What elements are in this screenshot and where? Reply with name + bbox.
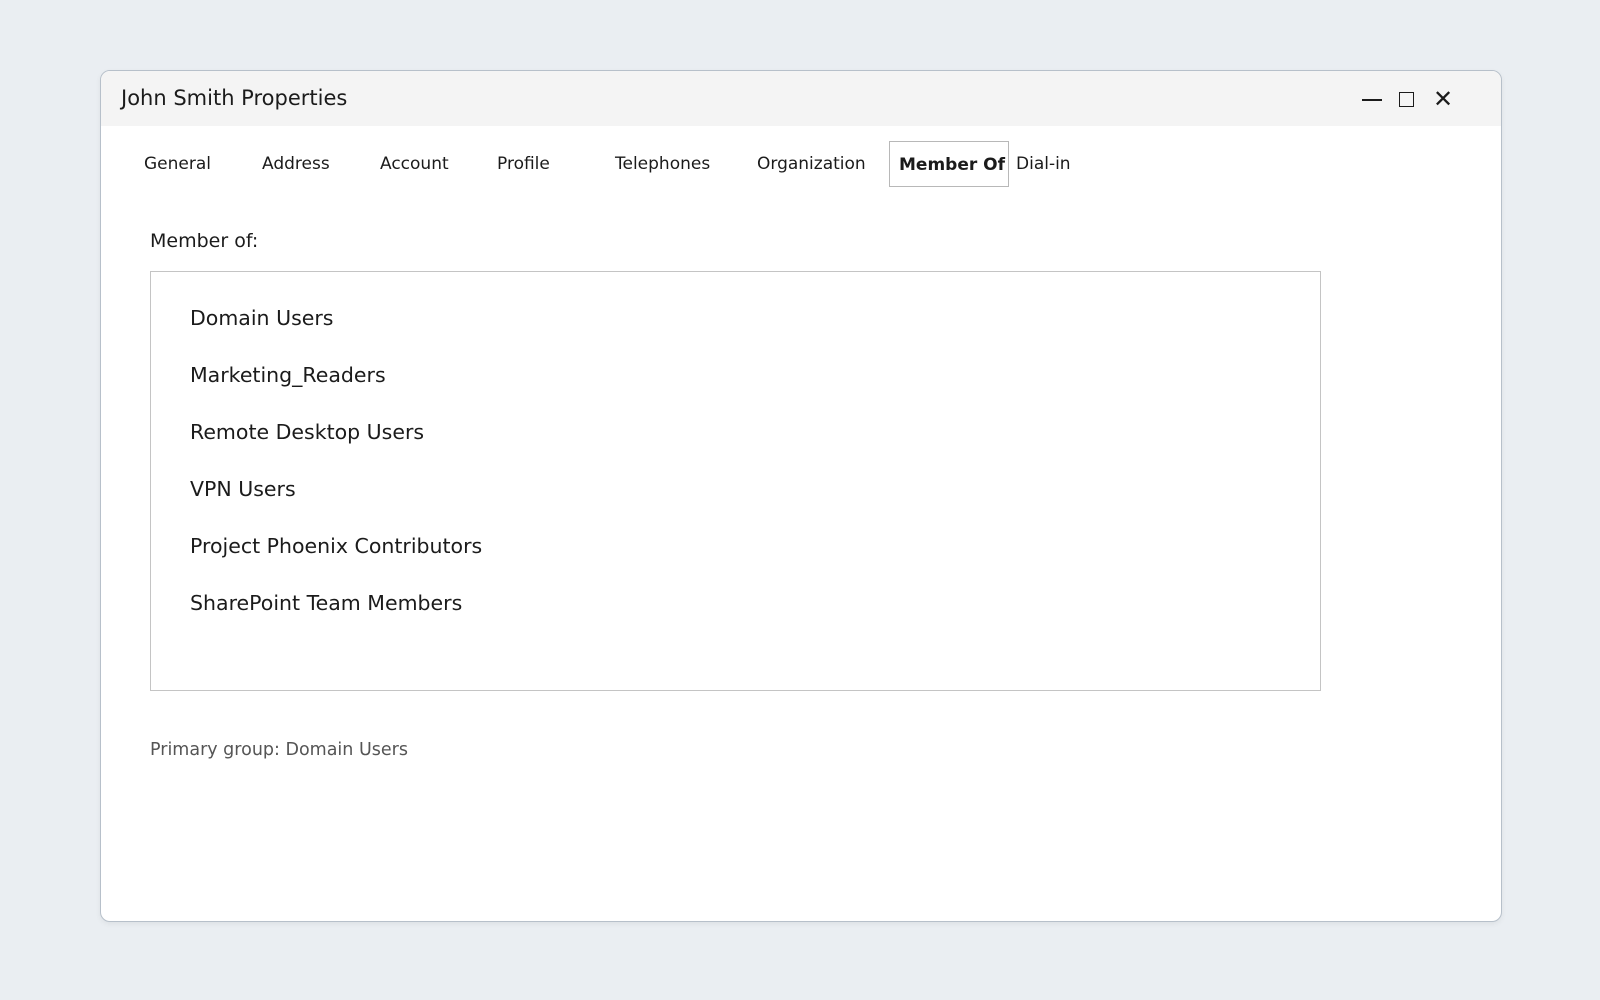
properties-window: John Smith Properties ✕ General Address … (100, 70, 1502, 922)
window-title: John Smith Properties (121, 86, 348, 110)
list-item[interactable]: Marketing_Readers (190, 358, 386, 392)
tab-organization[interactable]: Organization (757, 141, 866, 187)
tab-member-of[interactable]: Member Of (889, 141, 1009, 187)
list-item[interactable]: Domain Users (190, 301, 333, 335)
tab-telephones[interactable]: Telephones (615, 141, 710, 187)
minimize-button[interactable] (1355, 83, 1387, 115)
list-item[interactable]: SharePoint Team Members (190, 586, 462, 620)
minimize-icon (1362, 99, 1382, 101)
close-icon: ✕ (1432, 85, 1454, 113)
tab-strip: General Address Account Profile Telephon… (101, 141, 1501, 189)
tab-general[interactable]: General (144, 141, 211, 187)
maximize-button[interactable] (1391, 83, 1423, 115)
tab-dial-in[interactable]: Dial-in (1016, 141, 1071, 187)
member-of-list[interactable]: Domain Users Marketing_Readers Remote De… (150, 271, 1321, 691)
close-button[interactable]: ✕ (1427, 83, 1459, 115)
title-bar[interactable]: John Smith Properties ✕ (101, 71, 1501, 126)
primary-group-text: Primary group: Domain Users (150, 740, 408, 760)
tab-profile[interactable]: Profile (497, 141, 550, 187)
tab-address[interactable]: Address (262, 141, 330, 187)
maximize-icon (1399, 92, 1414, 107)
list-item[interactable]: Project Phoenix Contributors (190, 529, 482, 563)
tab-account[interactable]: Account (380, 141, 449, 187)
list-item[interactable]: Remote Desktop Users (190, 415, 424, 449)
member-of-label: Member of: (150, 230, 259, 252)
list-item[interactable]: VPN Users (190, 472, 296, 506)
